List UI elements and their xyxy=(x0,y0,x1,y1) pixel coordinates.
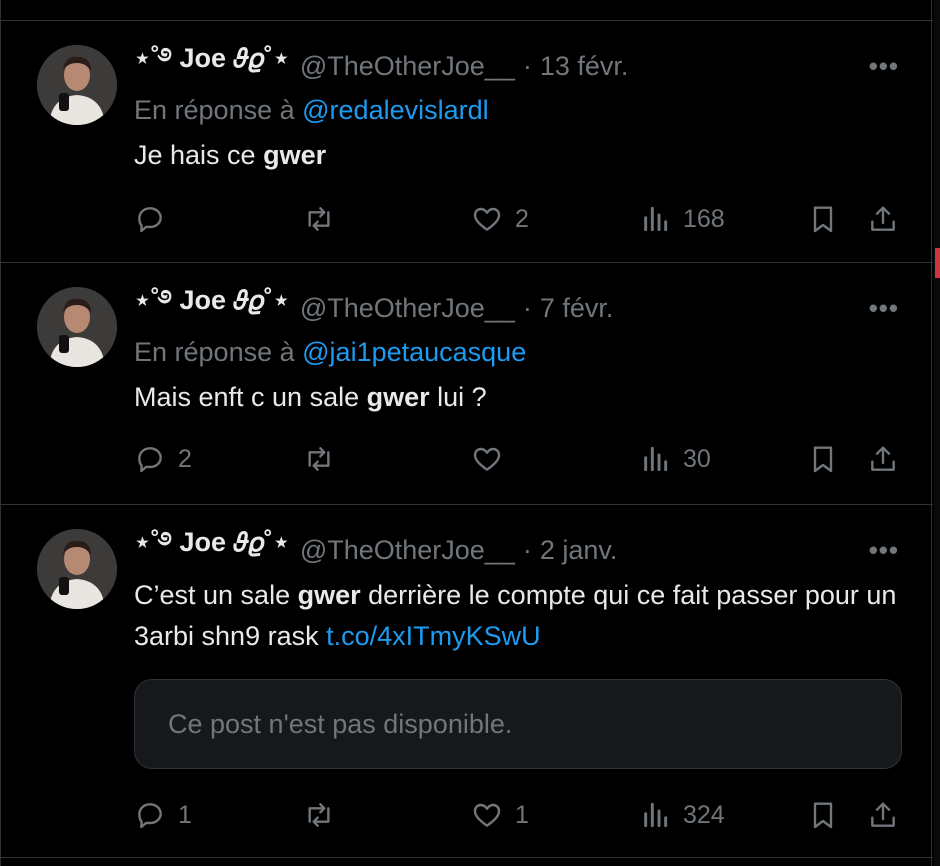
separator: · xyxy=(522,292,532,323)
avatar[interactable] xyxy=(37,529,117,609)
text-bold: gwer xyxy=(263,140,327,170)
like-count: 1 xyxy=(515,800,529,829)
reply-count: 1 xyxy=(178,800,192,829)
text-bold: gwer xyxy=(297,580,361,610)
share-button[interactable] xyxy=(867,439,899,479)
reply-icon xyxy=(138,207,162,233)
retweet-icon xyxy=(308,803,330,827)
display-name[interactable]: ⋆˚࿔ Joe 𝜗𝜚˚⋆ xyxy=(134,270,290,346)
reply-mention-link[interactable]: @redalevislardl xyxy=(302,95,488,125)
heart-icon xyxy=(473,803,501,827)
action-bar: 2 30 xyxy=(1,439,933,479)
tweet-text: Je hais ce gwer xyxy=(134,135,914,176)
avatar[interactable] xyxy=(37,45,117,125)
bookmark-button[interactable] xyxy=(807,795,839,835)
retweet-icon xyxy=(308,447,330,471)
user-handle[interactable]: @TheOtherJoe__ xyxy=(300,51,515,82)
reply-icon xyxy=(138,803,162,829)
text-segment: Mais enft c un sale xyxy=(134,382,367,412)
bookmark-button[interactable] xyxy=(807,199,839,239)
edge-marker xyxy=(935,248,940,278)
view-count: 168 xyxy=(683,204,725,233)
tweet-header: ⋆˚࿔ Joe 𝜗𝜚˚⋆ @TheOtherJoe__ · 7 févr. xyxy=(134,285,614,325)
tweet-date[interactable]: 7 févr. xyxy=(540,293,614,324)
more-icon[interactable]: ••• xyxy=(869,535,899,566)
reply-button[interactable] xyxy=(134,199,178,239)
view-count: 324 xyxy=(683,800,725,829)
reply-icon xyxy=(138,447,162,473)
share-button[interactable] xyxy=(867,199,899,239)
tweet[interactable]: ⋆˚࿔ Joe 𝜗𝜚˚⋆ @TheOtherJoe__ · 13 févr. •… xyxy=(1,20,933,263)
reply-button[interactable]: 2 xyxy=(134,439,192,479)
views-icon xyxy=(644,802,668,828)
share-icon xyxy=(871,446,895,471)
reply-button[interactable]: 1 xyxy=(134,795,192,835)
bookmark-button[interactable] xyxy=(807,439,839,479)
like-button[interactable]: 2 xyxy=(471,199,529,239)
text-bold: gwer xyxy=(366,382,430,412)
avatar[interactable] xyxy=(37,287,117,367)
text-segment: lui ? xyxy=(429,382,487,412)
tweet[interactable]: ⋆˚࿔ Joe 𝜗𝜚˚⋆ @TheOtherJoe__ · 7 févr. ••… xyxy=(1,263,933,505)
reply-mention-link[interactable]: @jai1petaucasque xyxy=(302,337,526,367)
tweet-link[interactable]: t.co/4xITmyKSwU xyxy=(326,621,541,651)
like-button[interactable]: 1 xyxy=(471,795,529,835)
like-count: 2 xyxy=(515,204,529,233)
tweet-date[interactable]: 2 janv. xyxy=(540,535,618,566)
separator: · xyxy=(522,534,532,565)
retweet-icon xyxy=(308,207,330,231)
bookmark-icon xyxy=(813,802,833,829)
heart-icon xyxy=(473,207,501,231)
share-icon xyxy=(871,206,895,231)
views-button[interactable]: 168 xyxy=(639,199,725,239)
more-icon[interactable]: ••• xyxy=(869,293,899,324)
views-button[interactable]: 324 xyxy=(639,795,725,835)
timeline: ⋆˚࿔ Joe 𝜗𝜚˚⋆ @TheOtherJoe__ · 13 févr. •… xyxy=(0,0,933,866)
share-icon xyxy=(871,802,895,827)
more-icon[interactable]: ••• xyxy=(869,51,899,82)
action-bar: 2 168 xyxy=(1,199,933,239)
retweet-button[interactable] xyxy=(303,795,335,835)
views-icon xyxy=(644,206,668,232)
tweet-date[interactable]: 13 févr. xyxy=(540,51,629,82)
user-handle[interactable]: @TheOtherJoe__ xyxy=(300,293,515,324)
views-button[interactable]: 30 xyxy=(639,439,711,479)
retweet-button[interactable] xyxy=(303,199,335,239)
views-icon xyxy=(644,446,668,472)
tweet-header: ⋆˚࿔ Joe 𝜗𝜚˚⋆ @TheOtherJoe__ · 13 févr. xyxy=(134,43,629,83)
user-handle[interactable]: @TheOtherJoe__ xyxy=(300,535,515,566)
window-edge xyxy=(934,0,940,866)
reply-prefix: En réponse à xyxy=(134,95,295,125)
text-segment: C’est un sale xyxy=(134,580,298,610)
display-name[interactable]: ⋆˚࿔ Joe 𝜗𝜚˚⋆ xyxy=(134,28,290,104)
reply-prefix: En réponse à xyxy=(134,337,295,367)
retweet-button[interactable] xyxy=(303,439,335,479)
action-bar: 1 1 324 xyxy=(1,795,933,835)
quoted-post-unavailable[interactable]: Ce post n'est pas disponible. xyxy=(134,679,902,769)
unavailable-message: Ce post n'est pas disponible. xyxy=(168,708,513,739)
separator: · xyxy=(522,50,532,81)
tweet-text: Mais enft c un sale gwer lui ? xyxy=(134,377,914,418)
tweet-text: C’est un sale gwer derrière le compte qu… xyxy=(134,575,914,657)
share-button[interactable] xyxy=(867,795,899,835)
heart-icon xyxy=(473,447,501,471)
bookmark-icon xyxy=(813,446,833,473)
text-segment: Je hais ce xyxy=(134,140,264,170)
reply-context: En réponse à @redalevislardl xyxy=(134,95,489,126)
like-button[interactable] xyxy=(471,439,515,479)
reply-context: En réponse à @jai1petaucasque xyxy=(134,337,526,368)
tweet[interactable]: ⋆˚࿔ Joe 𝜗𝜚˚⋆ @TheOtherJoe__ · 2 janv. ••… xyxy=(1,505,933,858)
reply-count: 2 xyxy=(178,444,192,473)
bookmark-icon xyxy=(813,206,833,233)
tweet-header: ⋆˚࿔ Joe 𝜗𝜚˚⋆ @TheOtherJoe__ · 2 janv. xyxy=(134,527,618,567)
view-count: 30 xyxy=(683,444,711,473)
